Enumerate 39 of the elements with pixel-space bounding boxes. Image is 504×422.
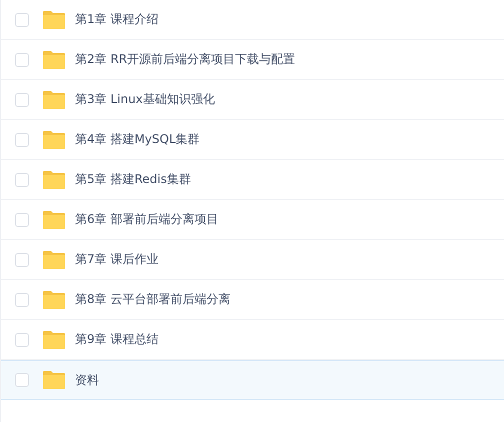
folder-icon (42, 250, 66, 270)
folder-name[interactable]: 第8章 云平台部署前后端分离 (75, 291, 230, 308)
checkbox[interactable] (15, 12, 29, 26)
checkbox[interactable] (15, 132, 29, 146)
checkbox[interactable] (15, 292, 29, 306)
checkbox[interactable] (15, 52, 29, 66)
folder-icon (42, 10, 66, 30)
file-row[interactable]: 第2章 RR开源前后端分离项目下载与配置 (1, 40, 504, 80)
file-row[interactable]: 第1章 课程介绍 (1, 0, 504, 40)
folder-icon (42, 50, 66, 70)
file-row[interactable]: 第4章 搭建MySQL集群 (1, 120, 504, 160)
folder-icon (42, 90, 66, 110)
folder-name[interactable]: 第7章 课后作业 (75, 251, 158, 268)
folder-name[interactable]: 第3章 Linux基础知识强化 (75, 91, 215, 108)
folder-name[interactable]: 第1章 课程介绍 (75, 11, 158, 28)
folder-name[interactable]: 第2章 RR开源前后端分离项目下载与配置 (75, 51, 296, 68)
file-row[interactable]: 第8章 云平台部署前后端分离 (1, 280, 504, 320)
folder-icon (42, 210, 66, 230)
folder-name[interactable]: 第5章 搭建Redis集群 (75, 171, 191, 188)
checkbox[interactable] (15, 252, 29, 266)
checkbox[interactable] (15, 332, 29, 346)
folder-icon (42, 370, 66, 390)
file-row[interactable]: 资料 (1, 360, 504, 400)
file-row[interactable]: 第5章 搭建Redis集群 (1, 160, 504, 200)
folder-icon (42, 170, 66, 190)
checkbox[interactable] (15, 172, 29, 186)
file-row[interactable]: 第6章 部署前后端分离项目 (1, 200, 504, 240)
file-row[interactable]: 第7章 课后作业 (1, 240, 504, 280)
folder-icon (42, 130, 66, 150)
checkbox[interactable] (15, 373, 29, 387)
file-row[interactable]: 第3章 Linux基础知识强化 (1, 80, 504, 120)
folder-name[interactable]: 第6章 部署前后端分离项目 (75, 211, 218, 228)
folder-name[interactable]: 第4章 搭建MySQL集群 (75, 131, 200, 148)
folder-icon (42, 290, 66, 310)
checkbox[interactable] (15, 92, 29, 106)
folder-icon (42, 330, 66, 350)
folder-name[interactable]: 资料 (75, 372, 99, 388)
folder-name[interactable]: 第9章 课程总结 (75, 331, 158, 348)
checkbox[interactable] (15, 212, 29, 226)
